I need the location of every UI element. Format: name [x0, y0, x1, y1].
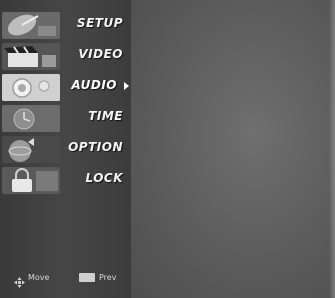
- menu-item-label: LOCK: [85, 171, 123, 185]
- prev-hint-label: Prev: [99, 273, 117, 282]
- menu-item-option[interactable]: OPTION: [0, 134, 131, 165]
- menu-item-video[interactable]: VIDEO: [0, 41, 131, 72]
- four-way-arrows-icon: [14, 273, 25, 288]
- main-menu-panel: SETUP VIDEO AUDIO TIME OPTION LOCK Move …: [0, 0, 132, 298]
- padlock-icon: [2, 167, 60, 194]
- tv-menu-screen: SETUP VIDEO AUDIO TIME OPTION LOCK Move …: [0, 0, 335, 298]
- menu-item-label: OPTION: [68, 140, 123, 154]
- film-clapper-icon: [2, 43, 60, 70]
- speaker-icon: [2, 74, 60, 101]
- clock-icon: [2, 105, 60, 132]
- selected-arrow-icon: [124, 82, 129, 90]
- satellite-dish-icon: [2, 12, 60, 39]
- menu-item-audio[interactable]: AUDIO: [0, 72, 131, 103]
- video-background-area: [131, 0, 335, 298]
- menu-footer-hints: Move Prev: [0, 268, 131, 288]
- menu-item-lock[interactable]: LOCK: [0, 165, 131, 196]
- menu-item-label: TIME: [88, 109, 123, 123]
- menu-key-icon: [79, 273, 95, 282]
- menu-item-setup[interactable]: SETUP: [0, 10, 131, 41]
- menu-item-time[interactable]: TIME: [0, 103, 131, 134]
- main-menu-list: SETUP VIDEO AUDIO TIME OPTION LOCK: [0, 10, 131, 196]
- menu-item-label: AUDIO: [71, 78, 117, 92]
- option-globe-icon: [2, 136, 60, 163]
- menu-item-label: SETUP: [76, 16, 123, 30]
- menu-item-label: VIDEO: [78, 47, 123, 61]
- move-hint-label: Move: [28, 273, 50, 282]
